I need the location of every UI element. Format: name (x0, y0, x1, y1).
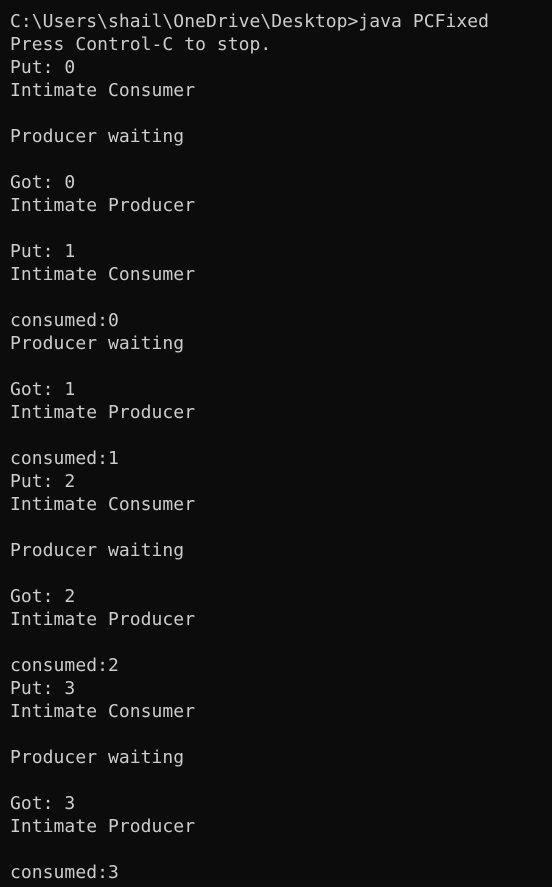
terminal-window[interactable]: C:\Users\shail\OneDrive\Desktop>java PCF… (0, 0, 552, 887)
terminal-line: Put: 1 (10, 241, 76, 262)
terminal-line: Intimate Consumer (10, 494, 196, 515)
terminal-line: Put: 2 (10, 471, 76, 492)
terminal-line: Intimate Consumer (10, 80, 196, 101)
terminal-line: Got: 0 (10, 172, 76, 193)
terminal-line: Producer waiting (10, 126, 185, 147)
terminal-line: consumed:0 (10, 310, 119, 331)
terminal-line: Got: 1 (10, 379, 76, 400)
terminal-output: C:\Users\shail\OneDrive\Desktop>java PCF… (10, 10, 552, 884)
terminal-line: Press Control-C to stop. (10, 34, 272, 55)
terminal-line: Producer waiting (10, 747, 185, 768)
terminal-line: Intimate Producer (10, 816, 196, 837)
terminal-line: Producer waiting (10, 540, 185, 561)
terminal-line: Got: 2 (10, 586, 76, 607)
terminal-line: Intimate Producer (10, 402, 196, 423)
terminal-line: Producer waiting (10, 333, 185, 354)
terminal-line: Intimate Producer (10, 195, 196, 216)
terminal-line: Put: 0 (10, 57, 76, 78)
terminal-line: Intimate Consumer (10, 701, 196, 722)
terminal-line: Got: 3 (10, 793, 76, 814)
terminal-line: consumed:1 (10, 448, 119, 469)
terminal-line: C:\Users\shail\OneDrive\Desktop>java PCF… (10, 11, 490, 32)
terminal-line: consumed:3 (10, 862, 119, 883)
terminal-line: Intimate Producer (10, 609, 196, 630)
terminal-line: consumed:2 (10, 655, 119, 676)
terminal-line: Put: 3 (10, 678, 76, 699)
terminal-line: Intimate Consumer (10, 264, 196, 285)
